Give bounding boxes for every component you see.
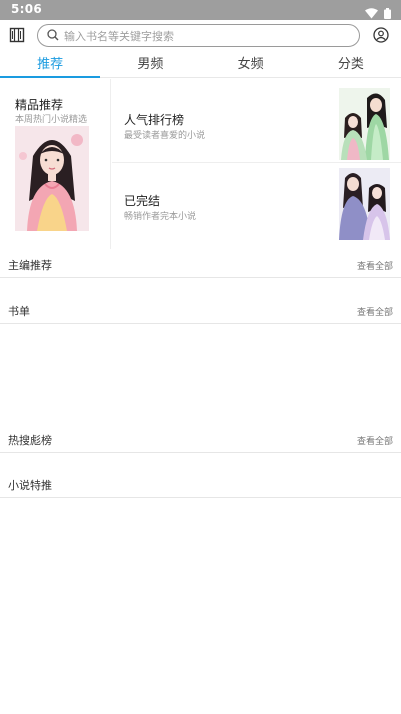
ranking-subtitle: 最受读者喜爱的小说 (124, 131, 206, 141)
featured-area: 精品推荐 本周热门小说精选 人气排行榜 最受读者喜爱的小说 已完结 畅销作者完本… (0, 79, 401, 249)
view-all-link[interactable]: 查看全部 (357, 434, 393, 447)
featured-cover-image[interactable] (15, 126, 89, 231)
ranking-subtitle: 畅销作者完本小说 (124, 212, 197, 222)
search-icon (47, 26, 59, 45)
section-title: 热搜彪榜 (8, 434, 52, 447)
featured-title: 精品推荐 (15, 98, 64, 112)
app-header: 输入书名等关键字搜索 (0, 20, 401, 52)
tab-male[interactable]: 男频 (100, 53, 200, 77)
ranking-cover-image[interactable] (339, 168, 390, 240)
section-booklist: 书单 查看全部 (0, 296, 401, 324)
ranking-cover-image[interactable] (339, 88, 390, 160)
tab-female[interactable]: 女频 (201, 53, 301, 77)
featured-card[interactable]: 精品推荐 本周热门小说精选 (0, 79, 111, 249)
user-profile-icon[interactable] (372, 26, 390, 44)
featured-subtitle: 本周热门小说精选 (15, 115, 88, 125)
section-title: 主编推荐 (8, 259, 52, 272)
status-bar: 5:06 (0, 0, 401, 20)
view-all-link[interactable]: 查看全部 (357, 259, 393, 272)
search-placeholder: 输入书名等关键字搜索 (64, 29, 174, 43)
section-title: 小说特推 (8, 479, 52, 492)
search-input[interactable]: 输入书名等关键字搜索 (37, 24, 360, 47)
section-hot-search: 热搜彪榜 查看全部 (0, 425, 401, 453)
ranking-title: 人气排行榜 (124, 113, 185, 127)
tab-recommend[interactable]: 推荐 (0, 53, 101, 78)
section-novel-special: 小说特推 (0, 470, 401, 498)
ranking-title: 已完结 (124, 194, 161, 208)
tab-category[interactable]: 分类 (301, 53, 401, 77)
status-time: 5:06 (11, 2, 43, 16)
ranking-item-popular[interactable]: 人气排行榜 最受读者喜爱的小说 (112, 79, 401, 163)
view-all-link[interactable]: 查看全部 (357, 305, 393, 318)
section-editor-picks: 主编推荐 查看全部 (0, 250, 401, 278)
section-title: 书单 (8, 305, 30, 318)
ranking-item-completed[interactable]: 已完结 畅销作者完本小说 (112, 164, 401, 248)
category-tabs: 推荐 男频 女频 分类 (0, 53, 401, 78)
bookshelf-icon[interactable] (8, 26, 26, 44)
